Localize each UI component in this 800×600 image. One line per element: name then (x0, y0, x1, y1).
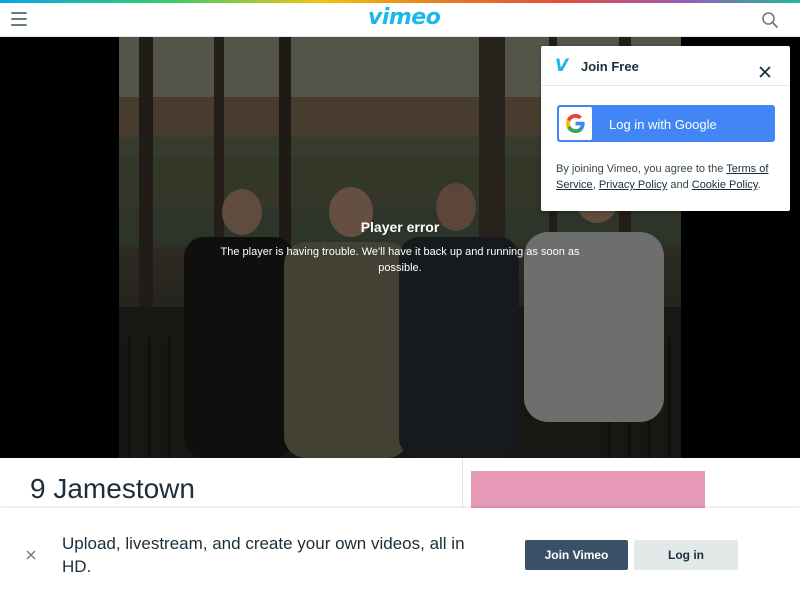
player-error-message: The player is having trouble. We'll have… (220, 246, 580, 274)
privacy-policy-link[interactable]: Privacy Policy (599, 179, 667, 191)
terms-prefix: By joining Vimeo, you agree to the (556, 163, 727, 175)
join-vimeo-button[interactable]: Join Vimeo (525, 540, 628, 570)
join-free-popup: V Join Free Log in with Google By joinin… (541, 46, 790, 211)
player-error-title: Player error (360, 219, 440, 235)
close-icon[interactable] (24, 548, 38, 562)
google-login-label: Log in with Google (609, 117, 717, 132)
join-card-title: Join Free (581, 59, 639, 74)
join-card-header: V Join Free (541, 46, 790, 86)
google-login-button[interactable]: Log in with Google (557, 105, 775, 142)
terms-and: and (667, 179, 692, 191)
close-icon[interactable] (758, 65, 772, 79)
banner-message: Upload, livestream, and create your own … (62, 534, 465, 576)
log-in-button[interactable]: Log in (634, 540, 738, 570)
vimeo-v-icon: V (555, 56, 569, 76)
search-icon[interactable] (761, 11, 779, 29)
terms-text: By joining Vimeo, you agree to the Terms… (556, 161, 781, 193)
cookie-policy-link[interactable]: Cookie Policy (692, 179, 758, 191)
top-navigation-bar: vimeo (0, 3, 800, 37)
vimeo-logo[interactable]: vimeo (368, 5, 441, 30)
google-icon (559, 107, 592, 140)
terms-suffix: . (757, 179, 761, 191)
video-title: 9 Jamestown (30, 473, 195, 504)
hamburger-menu-icon[interactable] (11, 12, 27, 26)
signup-banner: Upload, livestream, and create your own … (0, 508, 800, 600)
